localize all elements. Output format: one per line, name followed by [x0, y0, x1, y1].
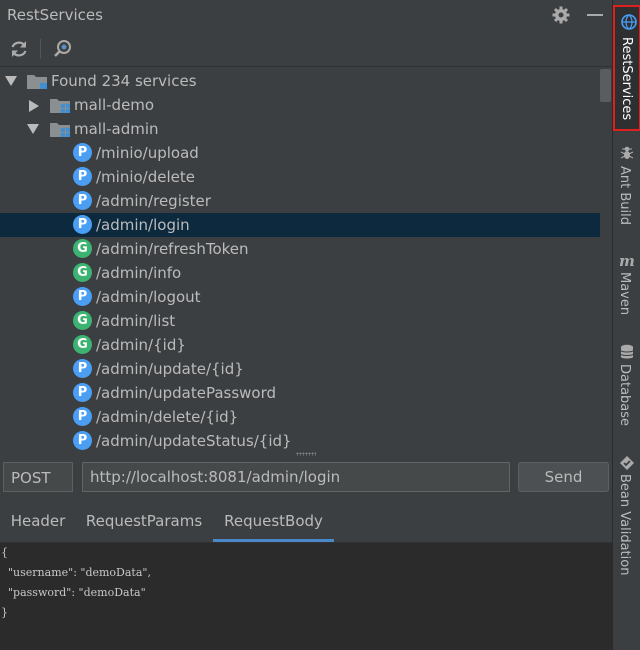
folder-icon	[27, 75, 47, 89]
send-button[interactable]: Send	[518, 462, 609, 492]
post-method-icon: P	[73, 359, 92, 378]
expand-arrow-icon[interactable]	[27, 124, 39, 134]
tab-header[interactable]: Header	[0, 504, 76, 542]
service-row[interactable]: P /admin/updatePassword	[0, 381, 600, 405]
right-tool-window-bar: RestServices Ant Build m Maven Database …	[612, 0, 640, 650]
toolbar-separator	[40, 39, 41, 59]
svg-text:m: m	[619, 253, 635, 269]
services-tree: Found 234 services mall-demo mall-admin …	[0, 67, 600, 452]
globe-icon	[621, 14, 637, 30]
module-folder-icon	[50, 99, 70, 113]
sidebar-tab-label: Database	[617, 364, 632, 427]
sidebar-tab-bean-validation[interactable]: Bean Validation	[613, 452, 640, 582]
service-row[interactable]: G /admin/refreshToken	[0, 237, 600, 261]
service-path: /admin/updatePassword	[96, 384, 277, 402]
sidebar-tab-ant-build[interactable]: Ant Build	[613, 142, 640, 232]
service-row-selected[interactable]: P /admin/login	[0, 213, 600, 237]
panel-title: RestServices	[7, 6, 103, 24]
maven-icon: m	[619, 253, 635, 269]
post-method-icon: P	[73, 383, 92, 402]
service-path: /admin/updateStatus/{id}	[96, 432, 292, 450]
tree-scrollbar[interactable]	[600, 69, 611, 102]
service-path: /admin/info	[96, 264, 182, 282]
tab-request-params[interactable]: RequestParams	[76, 504, 212, 542]
expand-arrow-icon[interactable]	[5, 76, 17, 86]
post-method-icon: P	[73, 287, 92, 306]
request-body-text[interactable]: { "username": "demoData", "password": "d…	[0, 543, 612, 623]
sidebar-tab-label: Bean Validation	[617, 474, 632, 576]
search-service-icon[interactable]	[52, 38, 74, 60]
sidebar-tab-restservices[interactable]: RestServices	[613, 5, 640, 131]
service-path: /admin/list	[96, 312, 176, 330]
service-row[interactable]: G /admin/{id}	[0, 333, 600, 357]
service-path: /admin/logout	[96, 288, 201, 306]
service-row[interactable]: P /minio/upload	[0, 141, 600, 165]
database-icon	[620, 344, 634, 359]
panel-title-bar: RestServices	[0, 0, 612, 32]
http-method-field[interactable]: POST	[3, 462, 73, 492]
service-path: /admin/login	[96, 216, 190, 234]
module-label: mall-admin	[74, 120, 159, 138]
service-path: /admin/update/{id}	[96, 360, 244, 378]
service-path: /admin/delete/{id}	[96, 408, 239, 426]
service-path: /minio/delete	[96, 168, 195, 186]
service-row[interactable]: P /admin/updateStatus/{id}	[0, 429, 600, 452]
request-tabs: Header RequestParams RequestBody	[0, 504, 612, 543]
rest-services-panel: RestServices Found 234 services mall-dem…	[0, 0, 612, 650]
service-row[interactable]: P /admin/logout	[0, 285, 600, 309]
get-method-icon: G	[73, 335, 92, 354]
panel-toolbar	[0, 32, 612, 67]
service-row[interactable]: G /admin/list	[0, 309, 600, 333]
post-method-icon: P	[73, 191, 92, 210]
service-path: /admin/register	[96, 192, 211, 210]
sidebar-tab-label: Maven	[617, 272, 632, 316]
sidebar-tab-label: RestServices	[619, 37, 634, 121]
module-label: mall-demo	[74, 96, 155, 114]
service-row[interactable]: P /admin/update/{id}	[0, 357, 600, 381]
post-method-icon: P	[73, 215, 92, 234]
url-input[interactable]	[82, 462, 510, 492]
request-body-editor[interactable]: { "username": "demoData", "password": "d…	[0, 543, 612, 650]
refresh-icon[interactable]	[8, 38, 30, 60]
panel-splitter-handle[interactable]	[296, 452, 316, 456]
module-folder-icon	[50, 123, 70, 137]
service-row[interactable]: P /admin/register	[0, 189, 600, 213]
post-method-icon: P	[73, 167, 92, 186]
tree-module-node[interactable]: mall-demo	[0, 93, 600, 117]
gear-icon[interactable]	[551, 5, 571, 25]
get-method-icon: G	[73, 311, 92, 330]
tab-request-body[interactable]: RequestBody	[213, 504, 334, 542]
expand-arrow-icon[interactable]	[29, 100, 39, 112]
sidebar-tab-maven[interactable]: m Maven	[613, 250, 640, 330]
service-path: /admin/{id}	[96, 336, 186, 354]
post-method-icon: P	[73, 143, 92, 162]
service-row[interactable]: P /admin/delete/{id}	[0, 405, 600, 429]
tree-root-label: Found 234 services	[51, 72, 197, 90]
bean-validation-icon	[620, 456, 634, 470]
ant-icon	[620, 146, 634, 159]
request-bar: POST Send	[0, 460, 612, 496]
tree-root-node[interactable]: Found 234 services	[0, 69, 600, 93]
service-path: /minio/upload	[96, 144, 199, 162]
get-method-icon: G	[73, 239, 92, 258]
minimize-icon[interactable]	[585, 5, 605, 25]
service-row[interactable]: G /admin/info	[0, 261, 600, 285]
post-method-icon: P	[73, 431, 92, 450]
sidebar-tab-label: Ant Build	[617, 166, 632, 225]
service-path: /admin/refreshToken	[96, 240, 249, 258]
tree-module-node[interactable]: mall-admin	[0, 117, 600, 141]
service-row[interactable]: P /minio/delete	[0, 165, 600, 189]
sidebar-tab-database[interactable]: Database	[613, 342, 640, 432]
get-method-icon: G	[73, 263, 92, 282]
post-method-icon: P	[73, 407, 92, 426]
